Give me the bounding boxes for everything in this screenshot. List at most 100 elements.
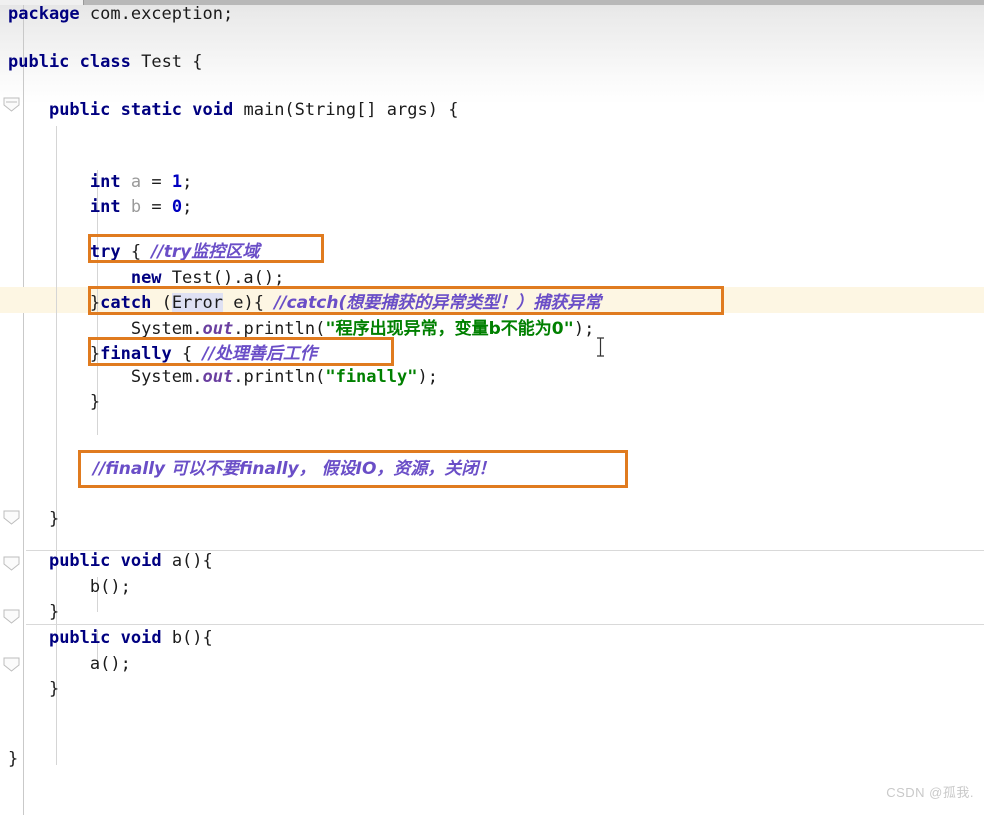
code-line-main-decl[interactable]: public static void main(String[] args) { xyxy=(8,97,458,123)
method-signature-main: main(String[] args) xyxy=(233,100,449,120)
keyword-void: void xyxy=(120,551,162,571)
comment-catch: //catch(想要捕获的异常类型！）捕获异常 xyxy=(274,293,602,313)
assign-operator: = xyxy=(151,172,172,192)
code-line-finally-close[interactable]: } xyxy=(8,389,100,415)
println-call: .println( xyxy=(233,367,326,387)
semicolon: ; xyxy=(182,197,193,217)
finally-close-brace: } xyxy=(89,392,101,412)
new-test-call: Test().a(); xyxy=(161,268,285,288)
println-call: .println( xyxy=(233,319,326,339)
string-literal-error-message: 程序出现异常，变量b不能为0 xyxy=(335,319,564,339)
code-line-method-a-decl[interactable]: public void a(){ xyxy=(8,548,213,574)
keyword-catch: catch xyxy=(100,293,152,313)
package-name: com.exception; xyxy=(79,4,234,24)
watermark: CSDN @孤我. xyxy=(886,785,974,800)
string-literal-finally: finally xyxy=(335,367,408,387)
code-text-layer[interactable]: package com.exception; public class Test… xyxy=(0,0,984,815)
text-cursor-icon xyxy=(596,337,605,357)
code-line-int-b[interactable]: int b = 0; xyxy=(8,194,192,220)
keyword-void: void xyxy=(120,628,162,648)
keyword-try: try xyxy=(89,242,121,262)
code-line-method-a-close[interactable]: } xyxy=(8,599,59,625)
comment-finally-note: //finally 可以不要finally， 假设IO，资源，关闭！ xyxy=(93,459,496,479)
method-signature-b: b(){ xyxy=(161,628,213,648)
main-open-brace: { xyxy=(448,100,459,120)
code-editor[interactable]: package com.exception; public class Test… xyxy=(0,0,984,815)
code-line-catch[interactable]: }catch (Error e){ //catch(想要捕获的异常类型！）捕获异… xyxy=(8,290,601,316)
catch-paren-open: ( xyxy=(151,293,172,313)
code-line-println-error[interactable]: System.out.println("程序出现异常，变量b不能为0"); xyxy=(8,316,594,342)
keyword-class: class xyxy=(79,52,131,72)
field-out: out xyxy=(202,367,234,387)
keyword-int: int xyxy=(89,172,121,192)
semicolon: ; xyxy=(182,172,193,192)
method-b-close-brace: } xyxy=(48,679,60,699)
comment-try: //try监控区域 xyxy=(151,242,260,262)
code-line-call-b[interactable]: b(); xyxy=(8,574,131,600)
variable-b: b xyxy=(120,197,152,217)
keyword-public: public xyxy=(48,551,111,571)
finally-open-brace: { xyxy=(171,344,203,364)
quote-close: " xyxy=(407,367,418,387)
code-line-class-close[interactable]: } xyxy=(8,746,18,772)
literal-one: 1 xyxy=(171,172,183,192)
code-line-method-b-close[interactable]: } xyxy=(8,676,59,702)
quote-open: " xyxy=(325,319,336,339)
keyword-public: public xyxy=(48,100,111,120)
keyword-void: void xyxy=(192,100,234,120)
code-line-try[interactable]: try { //try监控区域 xyxy=(8,239,259,265)
code-line-new-test[interactable]: new Test().a(); xyxy=(8,265,285,291)
system-prefix: System. xyxy=(130,319,203,339)
class-open-brace: { xyxy=(192,52,203,72)
code-line-class-decl[interactable]: public class Test { xyxy=(8,49,203,75)
code-line-method-b-decl[interactable]: public void b(){ xyxy=(8,625,213,651)
call-b: b(); xyxy=(89,577,131,597)
field-out: out xyxy=(202,319,234,339)
try-close-brace: } xyxy=(89,293,101,313)
catch-param-tail: e){ xyxy=(223,293,275,313)
assign-operator: = xyxy=(151,197,172,217)
keyword-public: public xyxy=(48,628,111,648)
code-line-package[interactable]: package com.exception; xyxy=(8,1,233,27)
quote-open: " xyxy=(325,367,336,387)
code-line-main-close[interactable]: } xyxy=(8,506,59,532)
statement-tail: ); xyxy=(417,367,438,387)
keyword-static: static xyxy=(120,100,183,120)
code-line-call-a[interactable]: a(); xyxy=(8,651,131,677)
method-a-close-brace: } xyxy=(48,602,60,622)
code-line-println-finally[interactable]: System.out.println("finally"); xyxy=(8,364,438,390)
system-prefix: System. xyxy=(130,367,203,387)
keyword-new: new xyxy=(130,268,162,288)
keyword-int: int xyxy=(89,197,121,217)
variable-a: a xyxy=(120,172,152,192)
main-close-brace: } xyxy=(48,509,60,529)
quote-close: " xyxy=(563,319,574,339)
exception-type-error: Error xyxy=(171,293,223,313)
keyword-public: public xyxy=(8,52,70,72)
class-close-brace: } xyxy=(8,749,19,769)
catch-close-brace: } xyxy=(89,344,101,364)
call-a: a(); xyxy=(89,654,131,674)
class-name: Test xyxy=(130,52,193,72)
method-signature-a: a(){ xyxy=(161,551,213,571)
try-open-brace: { xyxy=(120,242,152,262)
comment-finally: //处理善后工作 xyxy=(202,344,317,364)
literal-zero: 0 xyxy=(171,197,183,217)
code-line-int-a[interactable]: int a = 1; xyxy=(8,169,192,195)
statement-tail: ); xyxy=(573,319,595,339)
